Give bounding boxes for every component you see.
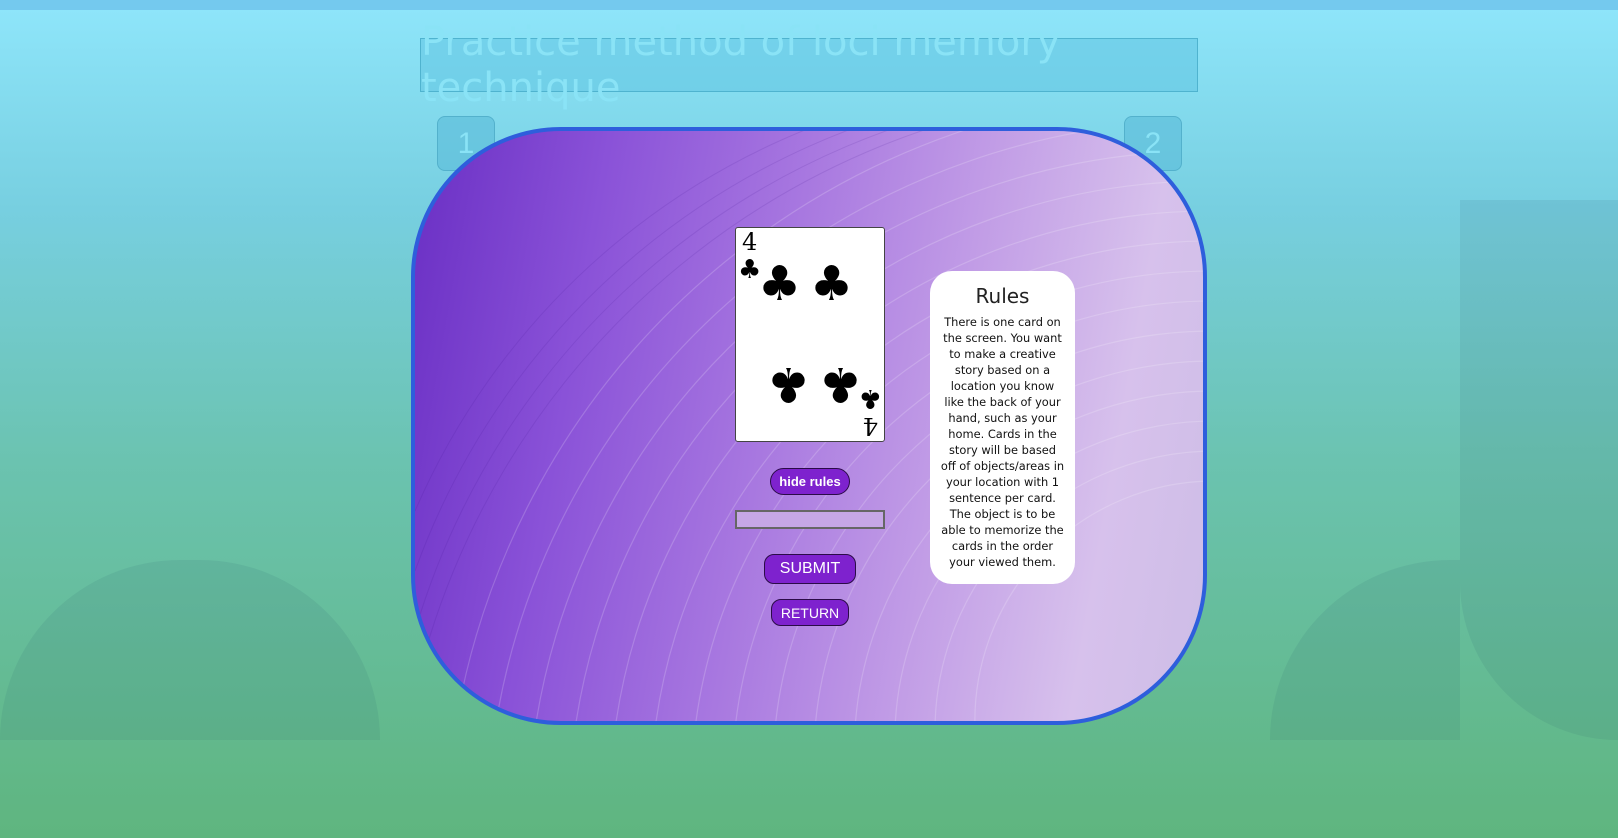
- rules-text: There is one card on the screen. You wan…: [940, 315, 1065, 569]
- return-button[interactable]: RETURN: [771, 599, 849, 626]
- background-shape: [1460, 200, 1618, 740]
- card-rank-top: 4: [742, 228, 757, 256]
- rules-heading: Rules: [975, 284, 1030, 308]
- club-icon: ♣: [859, 383, 882, 413]
- card-rank-bottom: 4: [863, 412, 878, 440]
- submit-button[interactable]: SUBMIT: [764, 554, 856, 584]
- page-title: Practice method of loci memory technique: [420, 19, 1198, 111]
- top-bar: [0, 0, 1618, 10]
- four-of-clubs-card-face: 4 ♣ ♣ ♣ ♣ ♣ ♣ 4: [738, 228, 882, 440]
- club-icon: ♣: [767, 356, 810, 412]
- playing-card: 4 ♣ ♣ ♣ ♣ ♣ ♣ 4: [735, 227, 885, 442]
- answer-input[interactable]: [735, 510, 885, 529]
- background-shape: [190, 560, 380, 740]
- hide-rules-button[interactable]: hide rules: [770, 468, 850, 495]
- club-icon: ♣: [758, 256, 801, 312]
- background-shape: [0, 560, 190, 740]
- background-shape: [1270, 560, 1460, 740]
- club-icon: ♣: [810, 256, 853, 312]
- rules-panel: Rules There is one card on the screen. Y…: [930, 271, 1075, 584]
- club-icon: ♣: [819, 356, 862, 412]
